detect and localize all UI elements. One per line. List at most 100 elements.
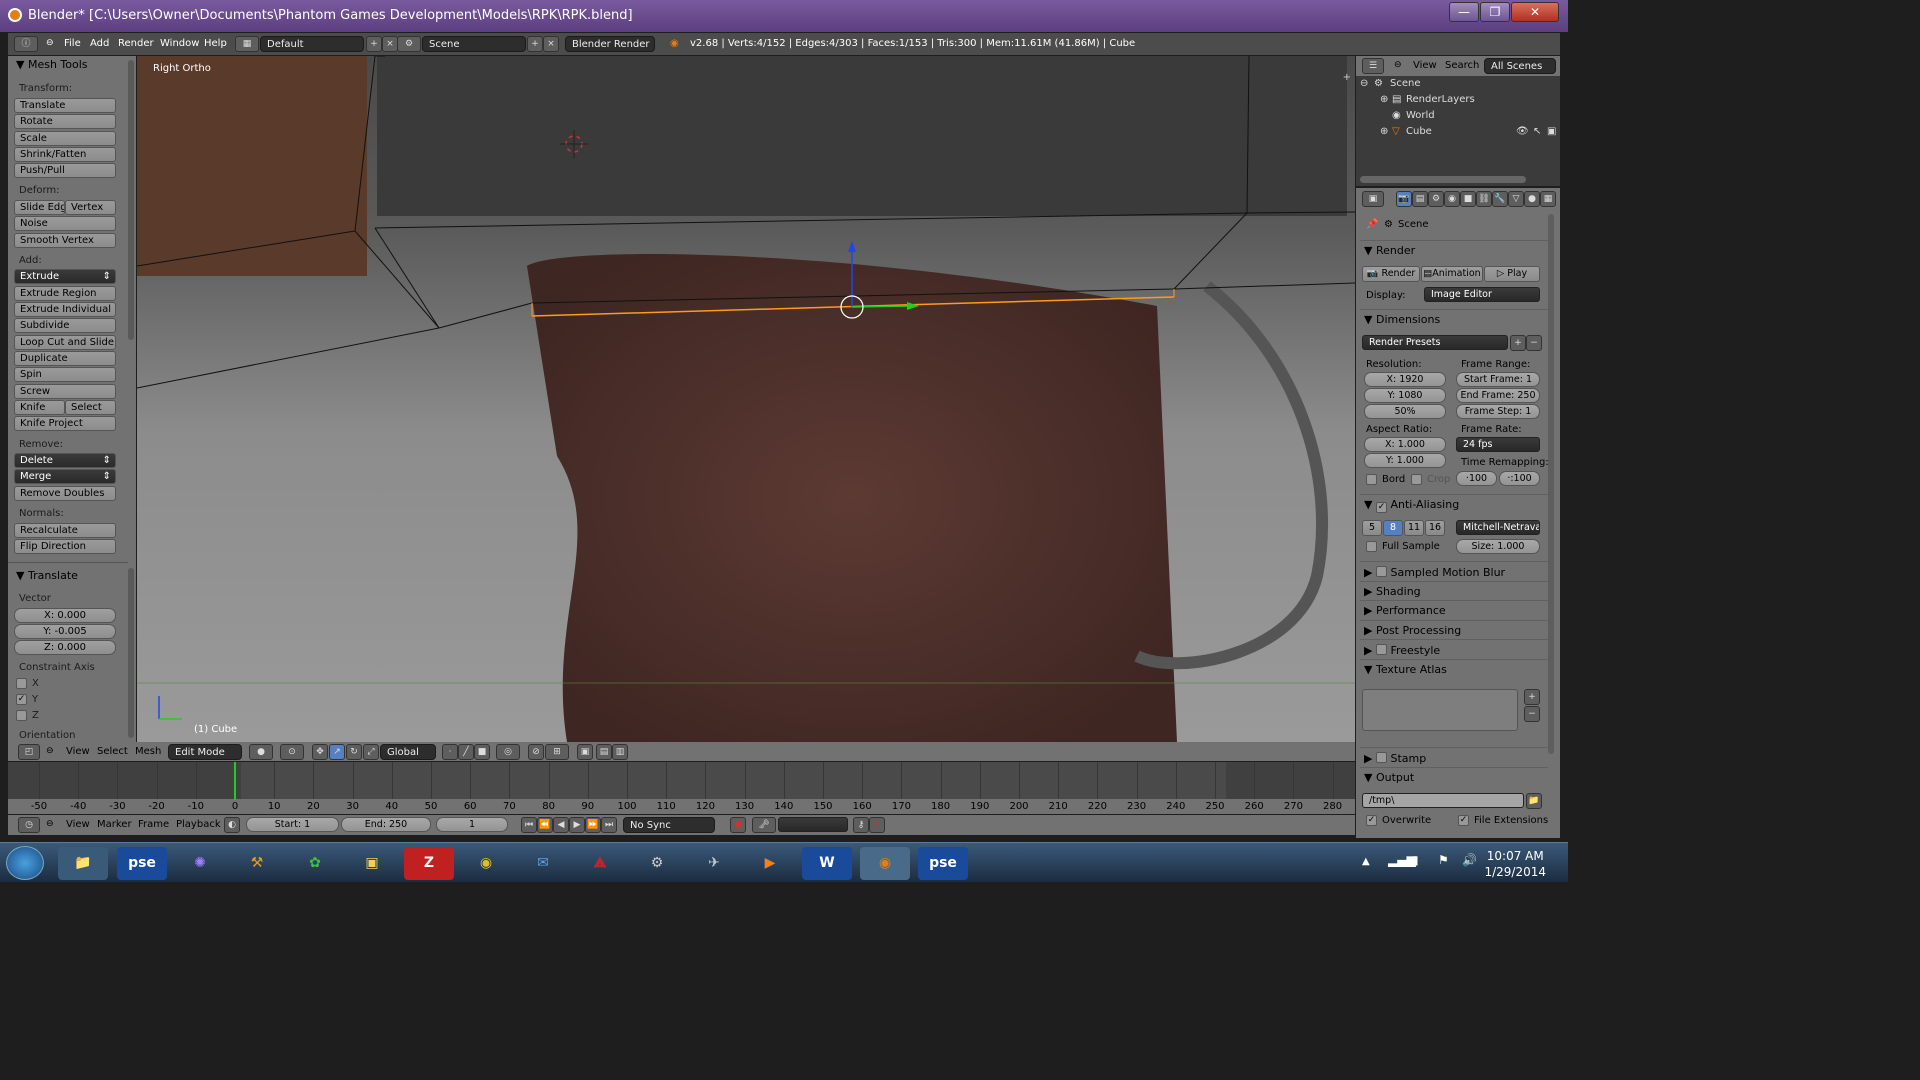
aa-samples-5[interactable]: 5 (1362, 520, 1382, 536)
overwrite-checkbox[interactable]: ✓ (1366, 815, 1377, 826)
output-panel-header[interactable]: ▼ Output (1360, 767, 1548, 786)
collapse-menu-icon[interactable]: ⊖ (46, 819, 54, 829)
resolution-x-field[interactable]: X: 1920 (1364, 372, 1446, 387)
aa-filter-select[interactable]: Mitchell-Netraval (1456, 520, 1540, 535)
edge-select-icon[interactable]: ╱ (458, 744, 474, 760)
taskbar-photoshop-elements-icon[interactable]: pse (117, 847, 167, 880)
freestyle-checkbox[interactable] (1375, 644, 1387, 655)
timeline[interactable]: -50 -40 -30 -20 -10 0 10 20 30 40 50 60 70 80 90 100 110… (8, 762, 1355, 814)
vector-z-field[interactable]: Z: 0.000 (14, 640, 116, 655)
vector-x-field[interactable]: X: 0.000 (14, 608, 116, 623)
pin-icon[interactable]: 📌 (1366, 219, 1378, 230)
taskbar-app-icon[interactable]: ✺ (175, 847, 225, 880)
noise-button[interactable]: Noise (14, 216, 116, 231)
dimensions-panel-header[interactable]: ▼ Dimensions (1360, 309, 1548, 328)
performance-panel-header[interactable]: ▶ Performance (1360, 600, 1548, 619)
taskbar-thunderbird-icon[interactable]: ✉ (518, 847, 568, 880)
aspect-y-field[interactable]: Y: 1.000 (1364, 453, 1446, 468)
translate-manipulator-icon[interactable]: ↗ (329, 744, 345, 760)
freestyle-panel-header[interactable]: ▶ Freestyle (1360, 639, 1548, 658)
renderability-camera-icon[interactable]: ▣ (1547, 126, 1556, 137)
taskbar-app-icon[interactable]: ▣ (347, 847, 397, 880)
extrude-dropdown[interactable]: Extrude ⇕ (14, 269, 116, 284)
menu-marker[interactable]: Marker (97, 819, 132, 830)
mode-select[interactable]: Edit Mode (168, 744, 242, 760)
snap-toggle-icon[interactable]: ⊘ (528, 744, 544, 760)
constraint-x-checkbox[interactable] (16, 678, 27, 689)
extrude-individual-button[interactable]: Extrude Individual (14, 302, 116, 317)
clapboard-icon[interactable]: ▥ (612, 744, 628, 760)
scale-manipulator-icon[interactable]: ⤢ (363, 744, 379, 760)
editor-type-timeline-icon[interactable]: ◷ (18, 817, 40, 833)
play-button[interactable]: ▷ Play (1484, 266, 1540, 282)
expand-icon[interactable]: ⊖ (1360, 78, 1368, 89)
render-opengl-icon[interactable]: ▣ (577, 744, 593, 760)
outliner-row-world[interactable]: ◉ World (1356, 110, 1560, 126)
battery-icon[interactable]: ▮ (1412, 853, 1419, 867)
taskbar-filezilla-icon[interactable]: Z (404, 847, 454, 880)
3d-viewport[interactable]: Right Ortho (1) Cube + (137, 56, 1355, 742)
stamp-checkbox[interactable] (1375, 752, 1387, 763)
taskbar-chrome-icon[interactable]: ◉ (461, 847, 511, 880)
scene-select[interactable]: Scene (422, 36, 526, 52)
menu-mesh[interactable]: Mesh (135, 746, 161, 757)
animation-button[interactable]: ▤Animation (1421, 266, 1483, 282)
end-frame-field[interactable]: End: 250 (341, 817, 431, 832)
taskbar-blender-icon[interactable]: ◉ (860, 847, 910, 880)
start-button[interactable] (6, 846, 44, 880)
scene-icon[interactable]: ⚙ (397, 36, 421, 52)
merge-dropdown[interactable]: Merge ⇕ (14, 469, 116, 484)
menu-frame[interactable]: Frame (138, 819, 169, 830)
menu-add[interactable]: Add (90, 38, 109, 49)
remove-layout-icon[interactable]: × (382, 36, 398, 52)
taskbar-steam-icon[interactable]: ⚙ (632, 847, 682, 880)
texture-atlas-list[interactable] (1362, 689, 1518, 731)
visibility-eye-icon[interactable]: 👁 (1516, 126, 1529, 137)
resolution-percentage-field[interactable]: 50% (1364, 404, 1446, 419)
render-presets-select[interactable]: Render Presets (1362, 335, 1508, 350)
current-frame-field[interactable]: 1 (436, 817, 508, 832)
render-context-icon[interactable]: 📷 (1396, 191, 1412, 207)
action-center-flag-icon[interactable]: ⚑ (1438, 853, 1449, 867)
texture-atlas-panel-header[interactable]: ▼ Texture Atlas (1360, 659, 1548, 678)
jump-start-icon[interactable]: ⏮ (521, 817, 537, 833)
render-panel-header[interactable]: ▼ Render (1360, 240, 1548, 259)
knife-button[interactable]: Knife (14, 400, 65, 415)
anti-aliasing-checkbox[interactable]: ✓ (1375, 502, 1387, 513)
push-pull-button[interactable]: Push/Pull (14, 163, 116, 178)
constraints-context-icon[interactable]: ⛓ (1476, 191, 1492, 207)
render-button[interactable]: 📷 Render (1362, 266, 1420, 282)
screen-layout-select[interactable]: Default (260, 36, 364, 52)
frame-step-field[interactable]: Frame Step: 1 (1456, 404, 1540, 419)
full-sample-checkbox[interactable] (1366, 541, 1377, 552)
folder-browse-icon[interactable]: 📁 (1526, 793, 1542, 809)
remove-atlas-icon[interactable]: − (1524, 706, 1540, 722)
outliner-row-cube[interactable]: ⊕ ▽ Cube 👁 ↖ ▣ (1356, 126, 1560, 142)
spin-button[interactable]: Spin (14, 367, 116, 382)
insert-keyframe-icon[interactable]: ⚷ (853, 817, 869, 833)
show-hidden-icons-icon[interactable]: ▲ (1362, 856, 1370, 867)
smooth-vertex-button[interactable]: Smooth Vertex (14, 233, 116, 248)
operator-panel-scrollbar[interactable] (128, 568, 134, 738)
system-clock[interactable]: 10:07 AM 1/29/2014 (1484, 848, 1546, 880)
editor-type-icon[interactable]: ⓘ (14, 36, 38, 52)
face-select-icon[interactable]: ■ (474, 744, 490, 760)
frame-rate-select[interactable]: 24 fps (1456, 437, 1540, 452)
manipulator-y-axis[interactable] (851, 305, 913, 308)
aspect-x-field[interactable]: X: 1.000 (1364, 437, 1446, 452)
display-select[interactable]: Image Editor (1424, 287, 1540, 302)
minimize-button[interactable]: — (1449, 2, 1479, 22)
end-frame-field[interactable]: End Frame: 250 (1456, 388, 1540, 403)
keying-set-field[interactable] (778, 817, 848, 832)
editor-type-3d-icon[interactable]: ◰ (18, 744, 40, 760)
time-remap-new-field[interactable]: ·:100 (1499, 471, 1540, 486)
outliner-row-renderlayers[interactable]: ⊕ ▤ RenderLayers (1356, 94, 1560, 110)
selectability-cursor-icon[interactable]: ↖ (1533, 126, 1541, 137)
border-checkbox[interactable] (1366, 474, 1377, 485)
extrude-region-button[interactable]: Extrude Region (14, 286, 116, 301)
translate-button[interactable]: Translate (14, 98, 116, 113)
jump-keyframe-forward-icon[interactable]: ⏩ (585, 817, 601, 833)
scene-context-icon[interactable]: ⚙ (1428, 191, 1444, 207)
manipulator-toggle-icon[interactable]: ✥ (312, 744, 328, 760)
properties-scrollbar[interactable] (1548, 214, 1554, 754)
